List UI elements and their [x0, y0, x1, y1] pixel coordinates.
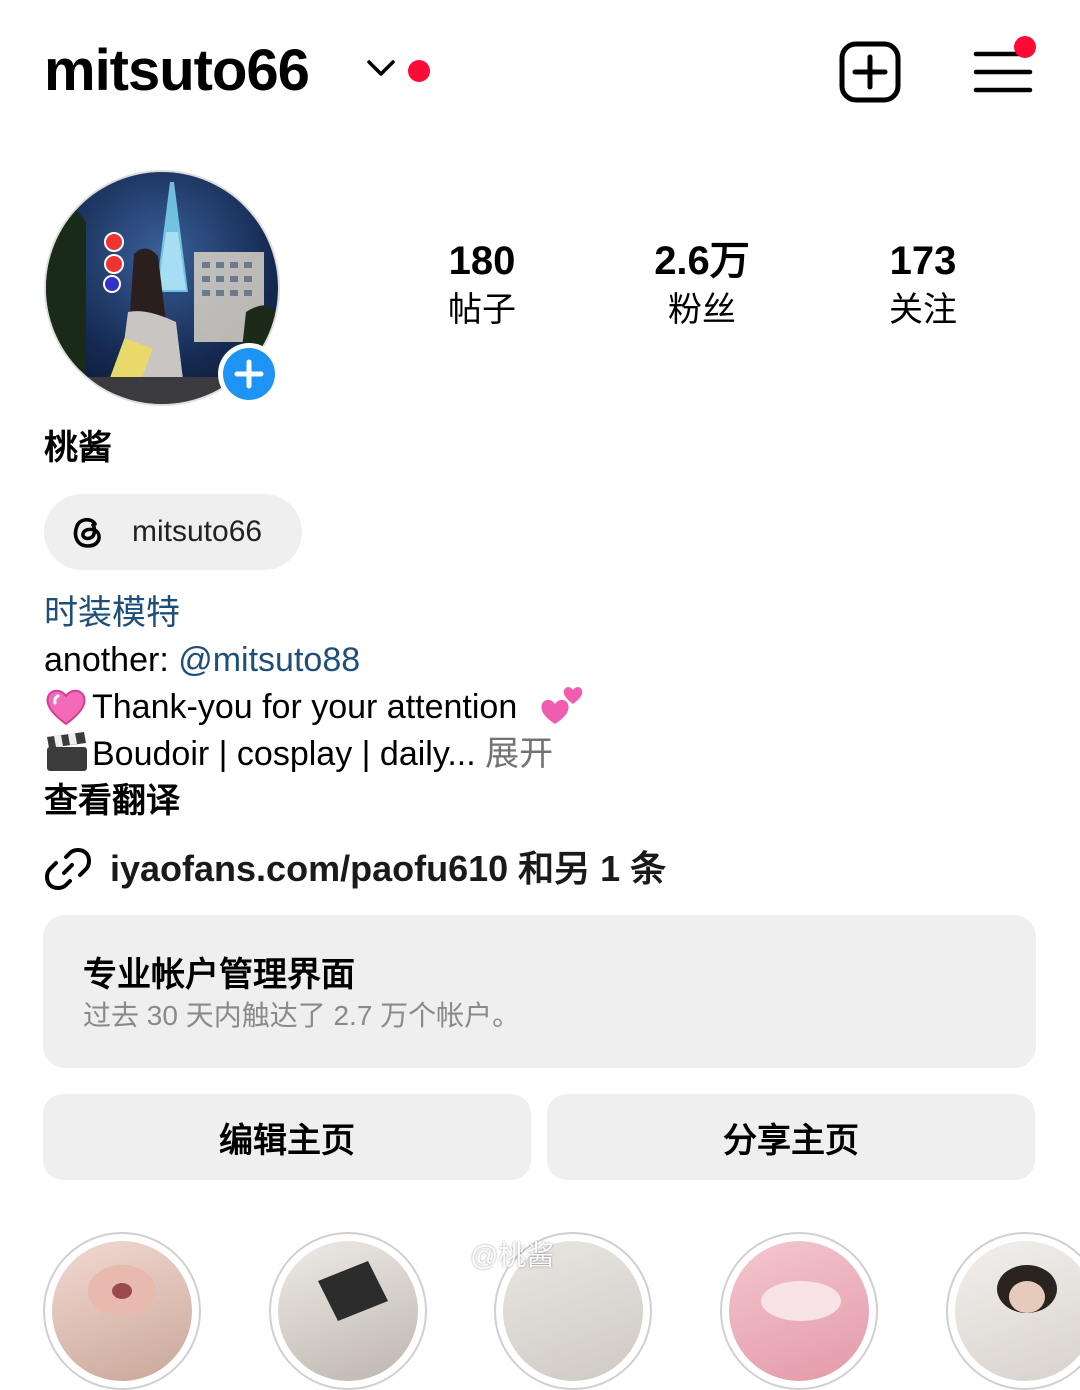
link-chain-icon: [45, 848, 91, 890]
threads-badge[interactable]: mitsuto66: [44, 494, 302, 570]
professional-dashboard[interactable]: 专业帐户管理界面 过去 30 天内触达了 2.7 万个帐户。: [43, 915, 1036, 1068]
mention-link[interactable]: @mitsuto88: [178, 641, 360, 679]
profile-category: 时装模特: [44, 594, 180, 632]
following-stat[interactable]: 173 关注: [833, 236, 1013, 332]
bio-line-thanks: Thank-you for your attention: [44, 684, 589, 731]
bio-tags-text: Boudoir | cosplay | daily...: [92, 735, 476, 773]
story-highlight[interactable]: [43, 1232, 201, 1390]
followers-label: 粉丝: [668, 291, 736, 329]
followers-stat[interactable]: 2.6万 粉丝: [612, 236, 792, 332]
threads-icon: [73, 517, 101, 548]
dashboard-subtitle: 过去 30 天内触达了 2.7 万个帐户。: [83, 1000, 521, 1031]
bio-line-tags: Boudoir | cosplay | daily... 展开: [44, 731, 553, 778]
posts-stat[interactable]: 180 帖子: [392, 236, 572, 332]
posts-label: 帖子: [448, 291, 516, 329]
add-story-button[interactable]: [218, 343, 280, 405]
profile-username[interactable]: mitsuto66: [44, 34, 310, 108]
menu-notification-dot: [1014, 36, 1036, 58]
following-count: 173: [889, 239, 957, 283]
two-hearts-icon: [541, 687, 582, 724]
pink-heart-icon: [46, 689, 86, 726]
dashboard-title: 专业帐户管理界面: [83, 956, 355, 994]
story-highlight[interactable]: [720, 1232, 878, 1390]
plus-square-icon[interactable]: [838, 40, 902, 104]
share-profile-button[interactable]: 分享主页: [547, 1094, 1035, 1180]
threads-handle: mitsuto66: [132, 515, 263, 548]
posts-count: 180: [448, 239, 516, 283]
display-name: 桃酱: [44, 429, 112, 467]
chevron-down-icon[interactable]: [366, 56, 396, 80]
bio-thanks-text: Thank-you for your attention: [92, 688, 518, 726]
external-link-text: iyaofans.com/paofu610 和另 1 条: [110, 848, 667, 889]
notification-dot: [408, 60, 430, 82]
story-highlight[interactable]: [946, 1232, 1080, 1390]
followers-count: 2.6万: [654, 239, 750, 283]
following-label: 关注: [889, 291, 957, 329]
edit-profile-button[interactable]: 编辑主页: [43, 1094, 531, 1180]
see-translation-link[interactable]: 查看翻译: [44, 778, 180, 825]
add-story-plus-icon: [234, 359, 264, 389]
story-highlight[interactable]: [269, 1232, 427, 1390]
weibo-watermark: @桃酱: [470, 1240, 555, 1271]
clapper-board-icon: [47, 732, 87, 771]
bio-another-prefix: another:: [44, 641, 179, 679]
expand-link[interactable]: 展开: [485, 735, 553, 773]
bio-line-another: another: @mitsuto88: [44, 637, 360, 684]
